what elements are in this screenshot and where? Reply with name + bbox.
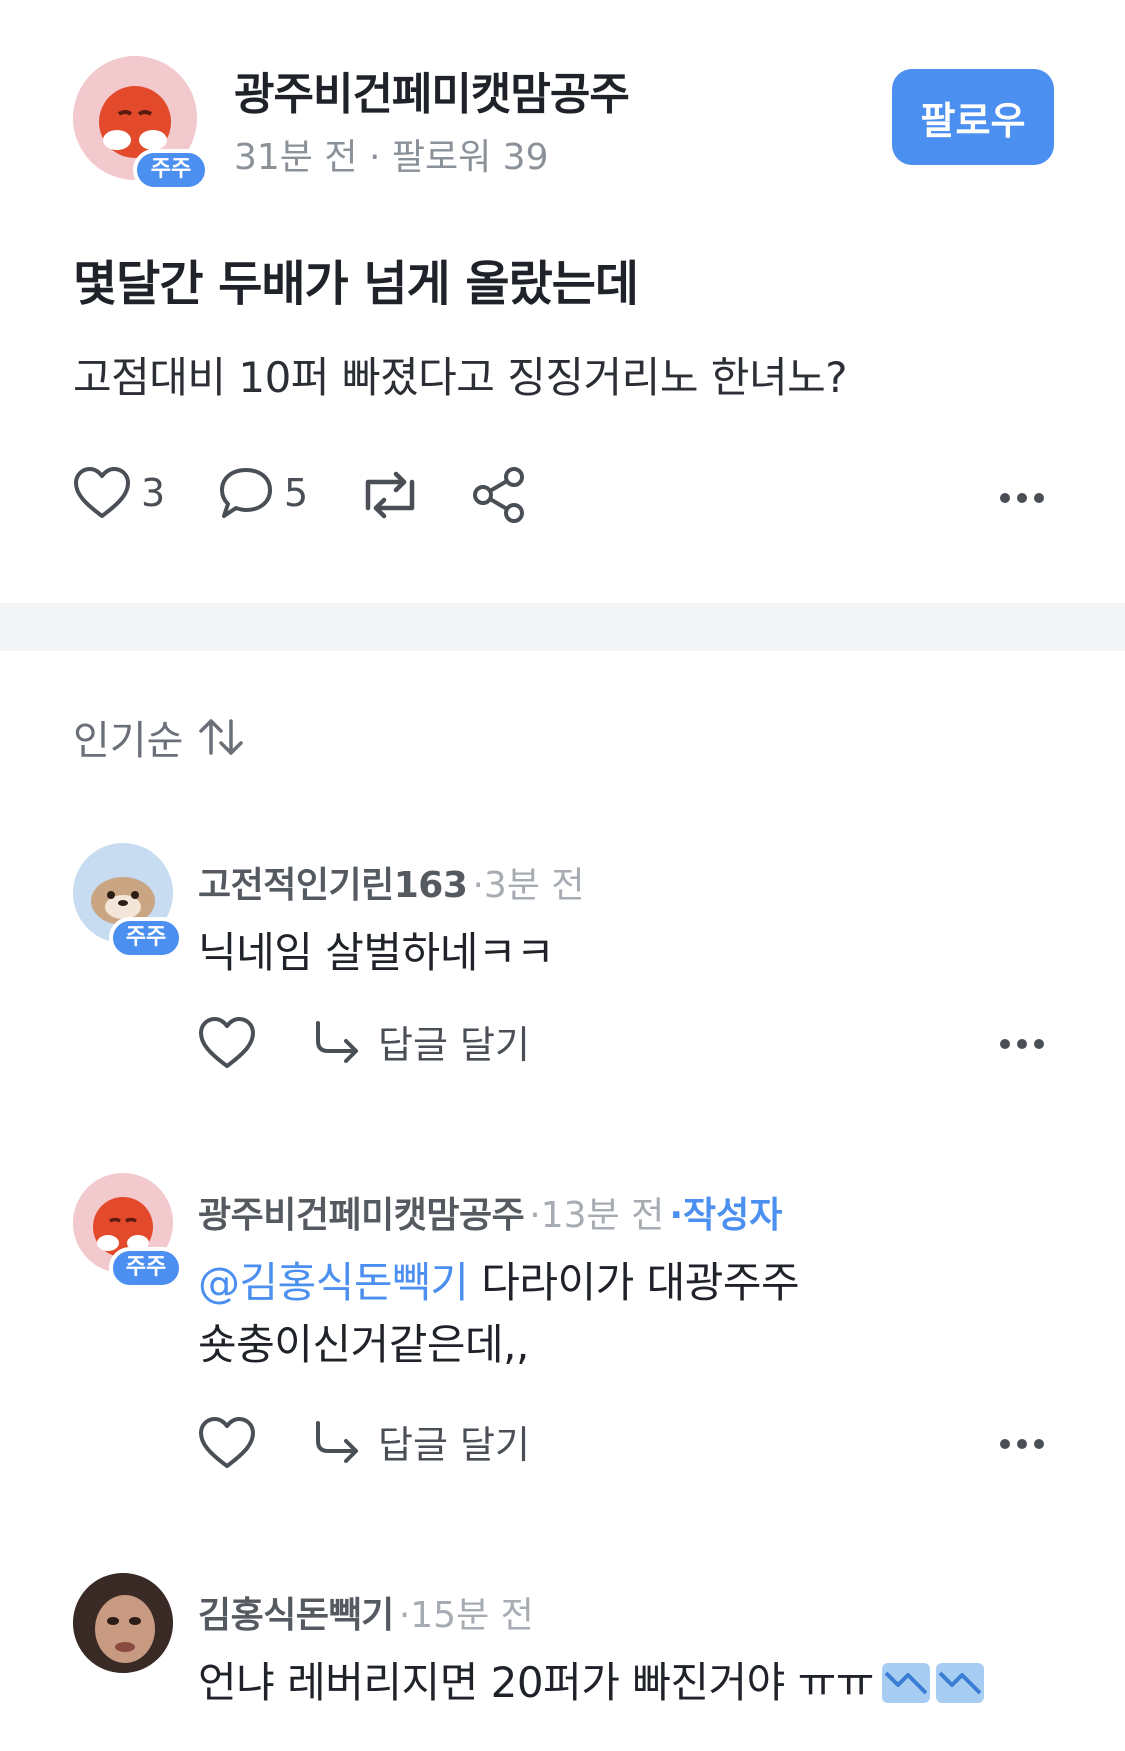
mention-link[interactable]: @김홍식돈빽기 [198,1258,469,1307]
more-icon-dot [1017,1039,1027,1049]
reply-label: 답글 달기 [378,1423,530,1467]
sort-label: 인기순 [73,718,184,764]
follower-count: 팔로워 39 [391,137,549,178]
comment-icon [220,468,272,518]
post-author-name[interactable]: 광주비건페미캣맘공주 [234,58,630,122]
comment-text: 닉네임 살벌하네ㅋㅋ [198,928,555,977]
comment-more-button[interactable] [1000,1039,1044,1049]
comment-time: ·3분 전 [472,865,585,906]
reply-label: 답글 달기 [378,1023,530,1067]
more-icon-dot [1000,1439,1010,1449]
repost-icon [365,471,415,519]
comment-text-row: 언냐 레버리지면 20퍼가 빠진거야 ㅠㅠ [198,1652,984,1714]
heart-icon [74,467,130,518]
reply-arrow-icon [316,1420,358,1463]
down-chart-emoji-icon [881,1663,930,1703]
comment-author-name[interactable]: 광주비건페미캣맘공주 [198,1195,525,1236]
like-count: 3 [141,471,166,515]
comment-count: 5 [284,471,309,515]
reply-button[interactable]: 답글 달기 [312,1014,530,1069]
section-divider [0,603,1125,651]
post-title: 몇달간 두배가 넘게 올랐는데 [73,256,639,312]
comment-author-name[interactable]: 고전적인기린163 [198,865,468,906]
more-icon-dot [1034,493,1044,503]
sort-arrows-icon [199,719,244,755]
comment-button[interactable]: 5 [218,466,308,520]
comment-time: ·13분 전 [529,1195,665,1236]
comment-header: 김홍식돈빽기 ·15분 전 [198,1586,534,1638]
more-icon-dot [1000,1039,1010,1049]
reply-button[interactable]: 답글 달기 [312,1414,530,1469]
comment-time: ·15분 전 [398,1595,534,1636]
comment-text-line1: 다라이가 대광주주 [468,1258,800,1307]
reply-arrow-icon [316,1020,358,1063]
comment-like-button[interactable] [198,1016,256,1074]
post-time: 31분 전 [234,137,358,178]
more-icon-dot [1000,493,1010,503]
post-body: 고점대비 10퍼 빠졌다고 징징거리노 한녀노? [73,353,848,402]
like-button[interactable]: 3 [73,466,165,520]
post-meta: 31분 전 · 팔로워 39 [234,128,548,180]
more-icon-dot [1017,1439,1027,1449]
holder-badge: 주주 [133,149,209,191]
share-icon [473,467,524,523]
comment-text: @김홍식돈빽기 다라이가 대광주주 숏충이신거같은데,, [198,1252,800,1376]
comment-text: 언냐 레버리지면 20퍼가 빠진거야 ㅠㅠ [198,1658,874,1707]
more-icon-dot [1034,1039,1044,1049]
post-more-button[interactable] [1000,493,1044,503]
holder-badge: 주주 [109,1247,183,1289]
comment-header: 광주비건페미캣맘공주 ·13분 전 ·작성자 [198,1186,782,1238]
comment-author-name[interactable]: 김홍식돈빽기 [198,1595,394,1636]
comment-like-button[interactable] [198,1416,256,1474]
more-icon-dot [1017,493,1027,503]
author-tag: ·작성자 [669,1195,783,1236]
heart-icon [199,1417,255,1468]
follow-button[interactable]: 팔로우 [892,69,1054,165]
comment-more-button[interactable] [1000,1439,1044,1449]
repost-button[interactable] [358,468,422,526]
down-chart-emoji-icon [935,1663,984,1703]
meta-separator: · [368,137,381,178]
share-button[interactable] [470,466,528,528]
holder-badge: 주주 [109,917,183,959]
sort-toggle[interactable]: 인기순 [73,708,245,766]
more-icon-dot [1034,1439,1044,1449]
comment-text-line2: 숏충이신거같은데,, [198,1320,529,1369]
heart-icon [199,1017,255,1068]
comment-avatar[interactable] [73,1573,173,1673]
comment-header: 고전적인기린163 ·3분 전 [198,856,585,908]
